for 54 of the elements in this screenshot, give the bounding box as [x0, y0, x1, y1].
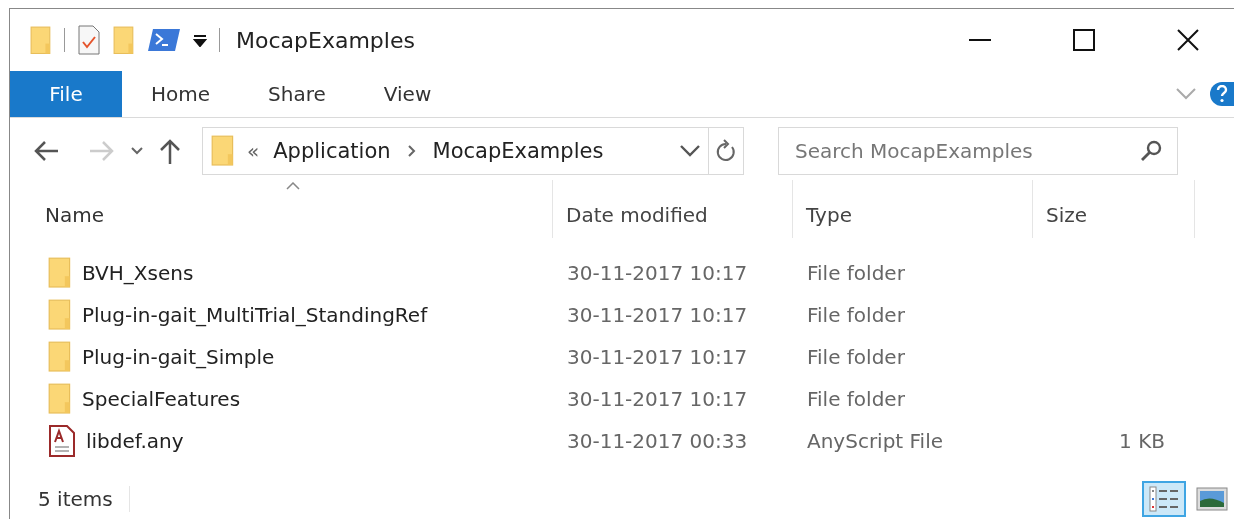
column-header[interactable]: Date modified: [553, 180, 793, 238]
minimize-icon: [969, 39, 991, 41]
file-type: AnyScript File: [806, 429, 945, 453]
breadcrumb[interactable]: MocapExamples: [432, 139, 604, 163]
terminal-icon[interactable]: [147, 28, 181, 52]
back-button[interactable]: [32, 139, 60, 163]
date-modified: 30-11-2017 00:33: [566, 429, 749, 453]
file-type: File folder: [806, 345, 906, 369]
file-type: File folder: [806, 387, 906, 411]
folder-icon: [48, 383, 72, 415]
help-icon[interactable]: [1210, 82, 1234, 106]
ribbon-tab[interactable]: Home: [122, 71, 240, 117]
overflow-marker[interactable]: «: [247, 139, 260, 163]
date-modified: 30-11-2017 10:17: [566, 345, 749, 369]
folder-icon: [48, 341, 72, 373]
column-header[interactable]: Type: [793, 180, 1033, 238]
item-count: 5 items: [38, 487, 113, 511]
window-title: MocapExamples: [236, 27, 416, 53]
file-type: File folder: [806, 303, 906, 327]
recent-locations-button[interactable]: [130, 146, 144, 156]
close-icon: [1177, 29, 1199, 51]
date-modified: 30-11-2017 10:17: [566, 261, 749, 285]
folder-icon: [113, 25, 135, 55]
details-view-button[interactable]: [1142, 481, 1186, 517]
file-name[interactable]: Plug-in-gait_MultiTrial_StandingRef: [82, 303, 428, 327]
dropdown-icon[interactable]: [193, 33, 207, 47]
date-modified: 30-11-2017 10:17: [566, 387, 749, 411]
folder-icon: [48, 299, 72, 331]
maximize-icon: [1073, 29, 1095, 51]
folder-icon: [30, 25, 52, 55]
file-name[interactable]: BVH_Xsens: [82, 261, 194, 285]
ribbon-tab[interactable]: Share: [239, 71, 355, 117]
document-icon: [48, 425, 76, 457]
file-name[interactable]: Plug-in-gait_Simple: [82, 345, 275, 369]
column-header[interactable]: Name: [10, 180, 553, 238]
ribbon-tab[interactable]: View: [354, 71, 461, 117]
up-button[interactable]: [158, 137, 182, 165]
search-icon: [1140, 139, 1164, 163]
chevron-down-icon[interactable]: [680, 145, 700, 157]
folder-icon: [48, 257, 72, 289]
search-field[interactable]: Search MocapExamples: [778, 127, 1178, 175]
folder-icon: [211, 135, 235, 167]
file-name[interactable]: SpecialFeatures: [82, 387, 241, 411]
column-header[interactable]: Size: [1033, 180, 1195, 238]
address-bar[interactable]: « Application MocapExamples: [202, 127, 744, 175]
refresh-icon[interactable]: [715, 139, 737, 163]
date-modified: 30-11-2017 10:17: [566, 303, 749, 327]
file-size: 1 KB: [1118, 429, 1166, 453]
ribbon-tab[interactable]: File: [10, 71, 122, 117]
chevron-right-icon: [406, 144, 417, 158]
breadcrumb[interactable]: Application: [273, 139, 391, 163]
file-name[interactable]: libdef.any: [86, 429, 184, 453]
properties-icon[interactable]: [77, 24, 101, 56]
file-type: File folder: [806, 261, 906, 285]
